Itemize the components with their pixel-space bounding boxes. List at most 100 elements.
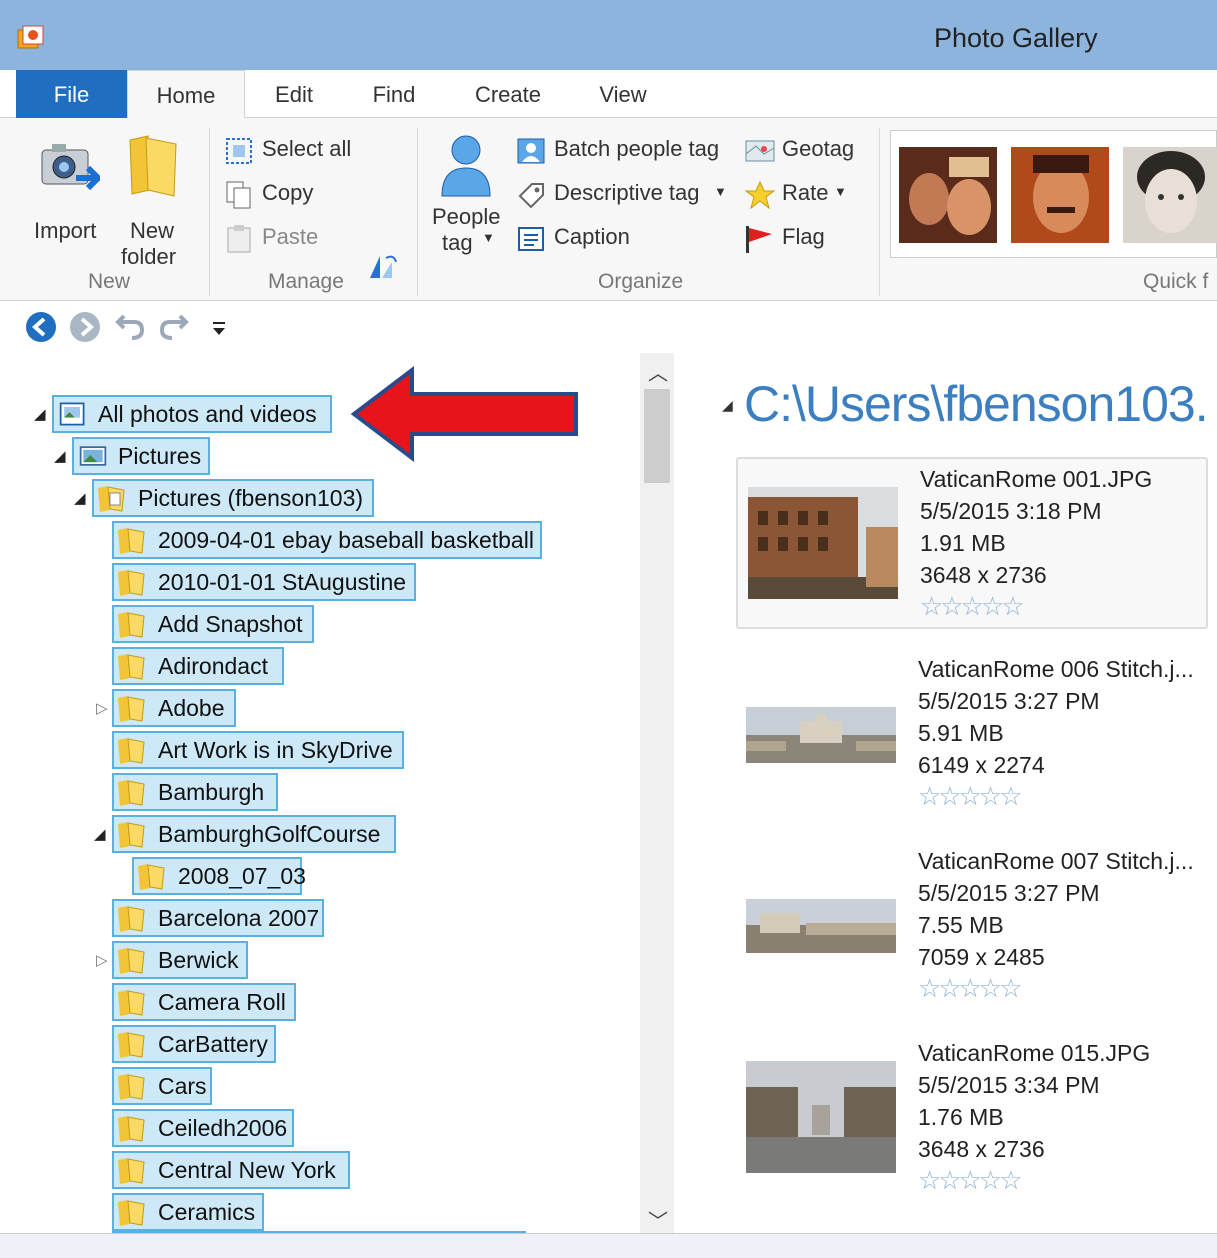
photo-item[interactable]: VaticanRome 015.JPG 5/5/2015 3:34 PM 1.7… <box>736 1033 1208 1205</box>
photo-filename: VaticanRome 007 Stitch.j... <box>918 848 1194 874</box>
tab-file[interactable]: File <box>16 70 127 118</box>
tab-home[interactable]: Home <box>127 70 245 119</box>
tab-create[interactable]: Create <box>456 70 560 118</box>
rating-stars[interactable]: ☆☆☆☆☆ <box>918 1165 1150 1195</box>
tree-item-folder[interactable]: 2009-04-01 ebay baseball basketball <box>112 521 542 559</box>
tree-item-folder[interactable]: Cars <box>112 1067 212 1105</box>
person-thumbnail[interactable] <box>1011 147 1109 243</box>
back-icon[interactable] <box>24 310 58 344</box>
tree-item-folder[interactable]: CarBattery <box>112 1025 276 1063</box>
tree-item-folder[interactable]: Central New York <box>112 1151 350 1189</box>
tree-item-label: Central New York <box>158 1157 336 1183</box>
scroll-thumb[interactable] <box>644 389 670 483</box>
photo-item[interactable]: VaticanRome 001.JPG 5/5/2015 3:18 PM 1.9… <box>736 457 1208 629</box>
photo-dimensions: 3648 x 2736 <box>918 1136 1045 1162</box>
import-button[interactable]: Import <box>28 132 108 262</box>
expand-arrow-icon[interactable]: ◢ <box>54 447 66 465</box>
descriptive-tag-button[interactable]: Descriptive tag ▼ <box>516 178 734 212</box>
rotate-left-icon[interactable] <box>366 252 400 282</box>
tree-item-label: BamburghGolfCourse <box>158 821 381 847</box>
paste-label: Paste <box>262 224 319 249</box>
tree-item-folder[interactable]: 2010-01-01 StAugustine <box>112 563 416 601</box>
new-folder-button[interactable]: New folder <box>118 132 190 269</box>
photo-item[interactable]: VaticanRome 007 Stitch.j... 5/5/2015 3:2… <box>736 841 1208 1013</box>
photo-date: 5/5/2015 3:27 PM <box>918 880 1100 906</box>
tab-find[interactable]: Find <box>352 70 436 118</box>
quick-access-toolbar <box>0 301 1217 353</box>
paste-icon <box>227 225 251 253</box>
photo-filename: VaticanRome 015.JPG <box>918 1040 1151 1066</box>
tree-item-folder[interactable]: Berwick <box>112 941 248 979</box>
flag-button[interactable]: Flag <box>744 222 844 256</box>
copy-icon <box>226 181 251 209</box>
rating-stars[interactable]: ☆☆☆☆☆ <box>920 591 1152 621</box>
tree-item-folder[interactable]: Barcelona 2007 <box>112 899 324 937</box>
copy-button[interactable]: Copy <box>224 178 334 212</box>
collapse-arrow-icon[interactable]: ▷ <box>96 951 108 969</box>
paste-button[interactable]: Paste <box>224 222 334 256</box>
batch-tag-icon <box>517 138 545 164</box>
photo-dimensions: 3648 x 2736 <box>920 562 1047 588</box>
expand-arrow-icon[interactable]: ◢ <box>94 825 106 843</box>
rating-stars[interactable]: ☆☆☆☆☆ <box>918 781 1194 811</box>
scroll-down-icon[interactable]: ﹀ <box>648 1205 668 1234</box>
chevron-down-icon: ▼ <box>714 184 727 199</box>
redo-icon[interactable] <box>156 310 190 344</box>
tree-item-label: Art Work is in SkyDrive <box>158 737 393 763</box>
tab-view[interactable]: View <box>582 70 664 118</box>
photo-gallery-app-icon[interactable] <box>16 24 46 54</box>
customize-dropdown-icon[interactable] <box>210 321 228 337</box>
expand-arrow-icon[interactable]: ◢ <box>34 405 46 423</box>
folder-icon <box>98 486 125 512</box>
tree-item-all-photos[interactable]: All photos and videos <box>52 395 332 433</box>
tag-icon <box>518 183 544 209</box>
photo-meta: VaticanRome 015.JPG 5/5/2015 3:34 PM 1.7… <box>918 1037 1150 1195</box>
caption-button[interactable]: Caption <box>516 222 656 256</box>
photo-item[interactable]: VaticanRome 006 Stitch.j... 5/5/2015 3:2… <box>736 649 1208 821</box>
rating-stars[interactable]: ☆☆☆☆☆ <box>918 973 1194 1003</box>
tree-item-folder[interactable]: 2008_07_03 <box>132 857 306 895</box>
expand-arrow-icon[interactable]: ◢ <box>74 489 86 507</box>
tree-item-label: Ceramics <box>158 1199 256 1225</box>
people-tag-button[interactable]: People tag ▼ <box>428 132 510 262</box>
photo-library-icon <box>59 402 85 426</box>
tab-edit[interactable]: Edit <box>258 70 330 118</box>
tree-scrollbar[interactable]: ︿ ﹀ <box>640 353 674 1233</box>
forward-icon[interactable] <box>68 310 102 344</box>
photo-date: 5/5/2015 3:27 PM <box>918 688 1100 714</box>
photo-date: 5/5/2015 3:18 PM <box>920 498 1102 524</box>
tree-item-folder[interactable]: Bamburgh <box>112 773 278 811</box>
rate-button[interactable]: Rate ▼ <box>744 178 854 212</box>
batch-people-tag-button[interactable]: Batch people tag <box>516 134 736 168</box>
chevron-down-icon: ▼ <box>834 184 847 199</box>
tree-item-folder[interactable]: Camera Roll <box>112 983 296 1021</box>
caption-icon <box>518 227 544 251</box>
copy-label: Copy <box>262 180 314 205</box>
tree-item-label: Barcelona 2007 <box>158 905 320 931</box>
collapse-arrow-icon[interactable]: ▷ <box>96 699 108 717</box>
descriptive-tag-label: Descriptive tag <box>554 180 700 205</box>
folder-icon <box>118 1158 145 1184</box>
tree-item-folder[interactable]: Add Snapshot <box>112 605 314 643</box>
tree-item-pictures[interactable]: Pictures <box>72 437 210 475</box>
scroll-up-icon[interactable]: ︿ <box>648 357 668 386</box>
people-tag-label-1: People <box>432 204 501 229</box>
tree-item-pictures-fbenson103[interactable]: Pictures (fbenson103) <box>92 479 374 517</box>
status-bar <box>0 1233 1217 1258</box>
tree-item-folder[interactable]: Adirondact <box>112 647 284 685</box>
tree-item-folder[interactable]: Adobe <box>112 689 236 727</box>
tree-item-folder[interactable]: Ceramics <box>112 1193 264 1231</box>
person-thumbnail[interactable] <box>899 147 997 243</box>
photo-meta: VaticanRome 007 Stitch.j... 5/5/2015 3:2… <box>918 845 1194 1003</box>
geotag-button[interactable]: Geotag <box>744 134 874 168</box>
group-collapse-icon[interactable]: ◢ <box>722 397 733 414</box>
tree-item-label: 2008_07_03 <box>178 863 306 889</box>
photo-thumbnail <box>746 1061 896 1173</box>
tree-item-folder[interactable]: Art Work is in SkyDrive <box>112 731 404 769</box>
select-all-button[interactable]: Select all <box>224 134 364 168</box>
annotation-arrow <box>350 366 578 462</box>
tree-item-folder[interactable]: Ceiledh2006 <box>112 1109 294 1147</box>
undo-icon[interactable] <box>114 310 148 344</box>
person-thumbnail[interactable] <box>1123 147 1217 243</box>
tree-item-folder[interactable]: BamburghGolfCourse <box>112 815 396 853</box>
